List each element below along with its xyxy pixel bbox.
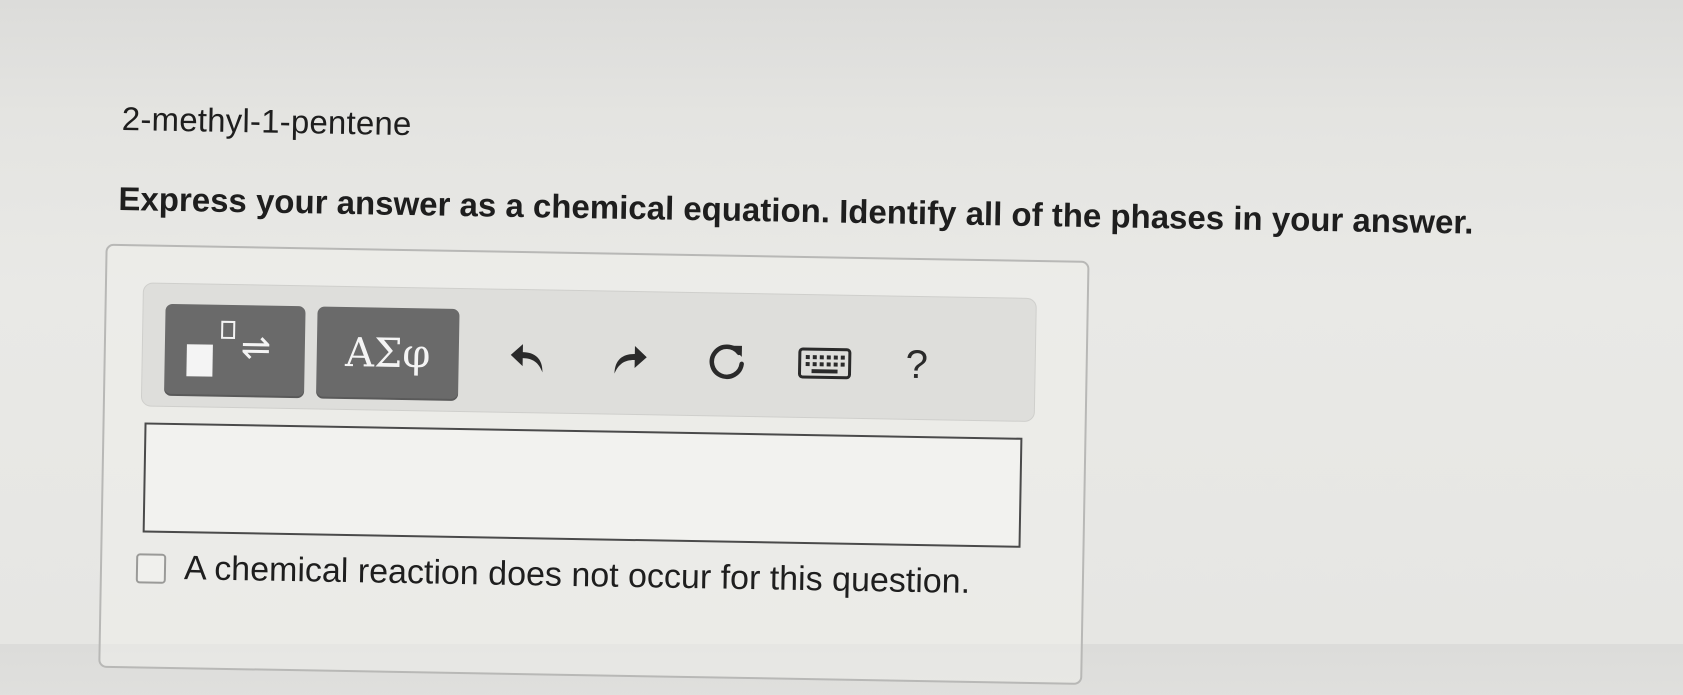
answer-panel: ⇌ ΑΣφ ? A chemical reaction does not occ… (98, 243, 1090, 685)
symbols-button[interactable]: ΑΣφ (315, 306, 460, 401)
templates-button[interactable]: ⇌ (164, 303, 306, 399)
template-superscript-shape (221, 320, 236, 340)
reset-icon (709, 344, 744, 380)
no-reaction-option[interactable]: A chemical reaction does not occur for t… (135, 548, 971, 602)
help-icon: ? (905, 342, 929, 387)
keyboard-button[interactable] (796, 335, 853, 392)
equation-toolbar: ⇌ ΑΣφ ? (140, 282, 1037, 423)
keyboard-icon (797, 347, 852, 380)
question-instruction: Express your answer as a chemical equati… (118, 179, 1474, 241)
template-superscript-equilibrium-icon: ⇌ (166, 304, 306, 377)
no-reaction-checkbox[interactable] (135, 552, 167, 584)
undo-icon (510, 344, 543, 373)
question-page: 2-methyl-1-pentene Express your answer a… (0, 0, 1683, 685)
undo-button[interactable] (500, 330, 557, 387)
symbols-label: ΑΣφ (344, 329, 431, 378)
redo-button[interactable] (600, 331, 657, 388)
reset-button[interactable] (698, 333, 755, 390)
compound-name: 2-methyl-1-pentene (121, 100, 412, 143)
answer-input[interactable] (142, 422, 1023, 548)
help-button[interactable]: ? (888, 336, 945, 393)
template-box-shape (186, 344, 213, 377)
redo-icon (614, 346, 647, 374)
equilibrium-arrows-icon: ⇌ (240, 326, 272, 368)
no-reaction-label: A chemical reaction does not occur for t… (183, 549, 971, 601)
